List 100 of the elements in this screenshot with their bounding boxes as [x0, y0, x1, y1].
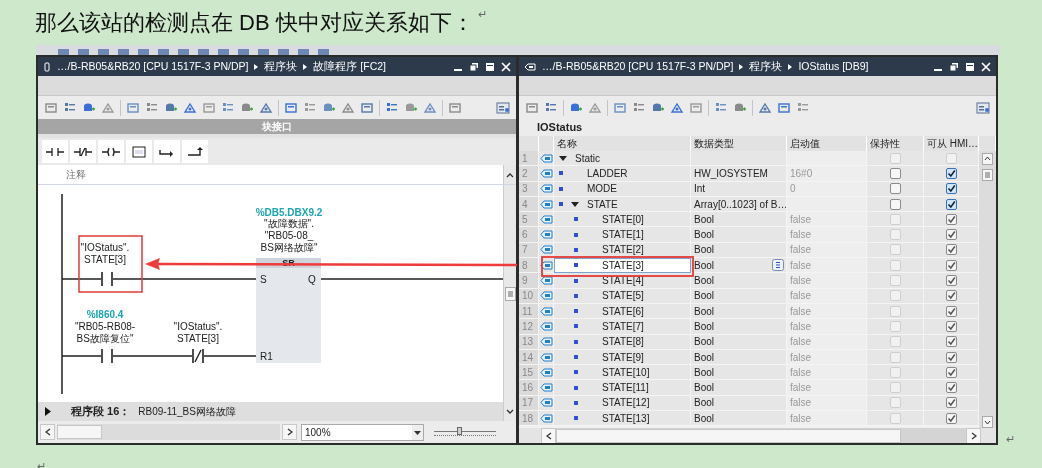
table-row-name[interactable]: STATE[0]: [554, 212, 691, 228]
network-title: 程序段 16：: [71, 404, 131, 420]
dropdown-icon[interactable]: [412, 424, 423, 440]
type-cell: Bool: [694, 319, 714, 334]
expand-icon[interactable]: [559, 155, 567, 161]
annotation-frame: [78, 235, 143, 293]
scroll-right-button[interactable]: [966, 427, 981, 443]
type-cell-text: Bool: [694, 243, 714, 258]
chevron-right-icon[interactable]: [970, 431, 977, 440]
panel-icon[interactable]: [976, 100, 990, 115]
scroll-down-icon[interactable]: [982, 416, 993, 428]
breadcrumb-item[interactable]: …/B-RB05&RB20 [CPU 1517F-3 PN/DP]: [57, 58, 249, 75]
toolbar-icon[interactable]: [423, 100, 437, 115]
table-row-name[interactable]: STATE[7]: [554, 319, 691, 335]
toolbar-icon[interactable]: [360, 100, 374, 115]
toolbar-icon[interactable]: [284, 100, 298, 115]
toolbar-icon[interactable]: [613, 100, 627, 115]
maximize-icon[interactable]: [965, 61, 975, 72]
checkbox[interactable]: [889, 198, 901, 210]
row-number: 12: [519, 319, 539, 335]
toolbar-icon[interactable]: [259, 100, 273, 115]
chevron-left-icon[interactable]: [44, 428, 51, 436]
comment-text: 注释: [66, 168, 87, 182]
toolbar-icon[interactable]: [670, 100, 684, 115]
zoom-combo[interactable]: 100%: [301, 423, 424, 441]
start-value-cell: false: [790, 319, 812, 334]
bullet-icon: [574, 309, 578, 314]
checkbox[interactable]: [945, 183, 957, 195]
toolbar-icon[interactable]: [588, 100, 602, 115]
breadcrumb-item[interactable]: IOStatus [DB9]: [798, 58, 869, 75]
scroll-left-button[interactable]: [541, 427, 556, 443]
chevron-right-icon[interactable]: [286, 428, 293, 436]
element-icon: [539, 383, 553, 393]
scroll-right-button[interactable]: [282, 424, 297, 440]
checkbox[interactable]: [945, 198, 957, 210]
scroll-left-button[interactable]: [40, 424, 55, 440]
breadcrumb-item[interactable]: …/B-RB05&RB20 [CPU 1517F-3 PN/DP]: [542, 58, 734, 75]
table-row-name[interactable]: LADDER: [554, 166, 691, 182]
row-number: 9: [519, 273, 539, 289]
toolbar-icon[interactable]: [777, 100, 791, 115]
list-button-icon[interactable]: [772, 259, 784, 272]
breadcrumb-item[interactable]: 程序块: [264, 58, 298, 75]
breadcrumb-item[interactable]: 故障程序 [FC2]: [313, 58, 386, 75]
breadcrumb-arrow-icon: [303, 63, 308, 70]
toolbar-icon[interactable]: [202, 100, 216, 115]
type-cell-text: Bool: [694, 289, 714, 303]
toolbar-icon[interactable]: [525, 100, 539, 115]
table-row-name[interactable]: Static: [554, 151, 691, 167]
scroll-thumb[interactable]: [556, 428, 901, 443]
toolbar-icon[interactable]: [689, 100, 703, 115]
restore-icon[interactable]: [949, 61, 959, 72]
toolbar-icon[interactable]: [44, 100, 58, 115]
toolbar-icon[interactable]: [126, 100, 140, 115]
toolbar-icon[interactable]: [341, 100, 355, 115]
table-row-name[interactable]: STATE[3]: [554, 258, 691, 274]
bullet-icon: [574, 370, 578, 375]
vertical-scrollbar[interactable]: [979, 151, 996, 428]
scroll-thumb-icon[interactable]: [982, 169, 993, 181]
pin-icon[interactable]: [43, 61, 51, 72]
zoom-slider[interactable]: [434, 425, 496, 439]
bullet-icon: [574, 293, 578, 298]
scroll-thumb-icon[interactable]: [504, 286, 516, 301]
table-row-name[interactable]: STATE[11]: [554, 380, 691, 396]
scroll-thumb[interactable]: [57, 425, 102, 439]
close-icon[interactable]: [501, 61, 511, 72]
slider-thumb[interactable]: [456, 427, 462, 435]
bullet-icon: [574, 278, 578, 283]
close-branch-icon[interactable]: [185, 144, 205, 159]
checkbox[interactable]: [889, 167, 901, 179]
type-cell: Bool: [694, 258, 714, 273]
tag-icon[interactable]: [524, 62, 536, 71]
bullet-icon: [574, 263, 578, 268]
block-name: IOStatus: [519, 119, 996, 136]
table-row-name[interactable]: STATE[10]: [554, 365, 691, 381]
chevron-left-icon[interactable]: [545, 431, 552, 440]
table-row-name[interactable]: STATE[1]: [554, 227, 691, 243]
panel-icon[interactable]: [496, 100, 510, 115]
toolbar-icon[interactable]: [448, 100, 462, 115]
checkbox[interactable]: [889, 183, 901, 195]
maximize-icon[interactable]: [485, 61, 495, 72]
scroll-down-icon[interactable]: [506, 408, 514, 415]
nc-contact-symbol[interactable]: [192, 349, 204, 363]
expand-icon[interactable]: [44, 407, 51, 416]
toolbar-icon[interactable]: [758, 100, 772, 115]
checkbox[interactable]: [945, 167, 957, 179]
toolbar-icon[interactable]: [101, 100, 115, 115]
expand-icon[interactable]: [571, 201, 579, 207]
table-row-name[interactable]: STATE[13]: [554, 411, 691, 427]
address-label: %I860.4: [86, 309, 124, 321]
type-cell-text: Bool: [694, 396, 714, 411]
close-icon[interactable]: [981, 61, 991, 72]
scroll-up-icon[interactable]: [506, 171, 514, 178]
bullet-icon: [559, 186, 563, 191]
pin-label: Q: [308, 274, 316, 285]
breadcrumb-item[interactable]: 程序块: [749, 58, 783, 75]
scroll-up-icon[interactable]: [982, 153, 993, 165]
restore-icon[interactable]: [469, 61, 479, 72]
toolbar-icon[interactable]: [183, 100, 197, 115]
empty-box-icon[interactable]: [129, 144, 149, 159]
type-cell-text: Array[0..1023] of B…: [694, 197, 786, 212]
